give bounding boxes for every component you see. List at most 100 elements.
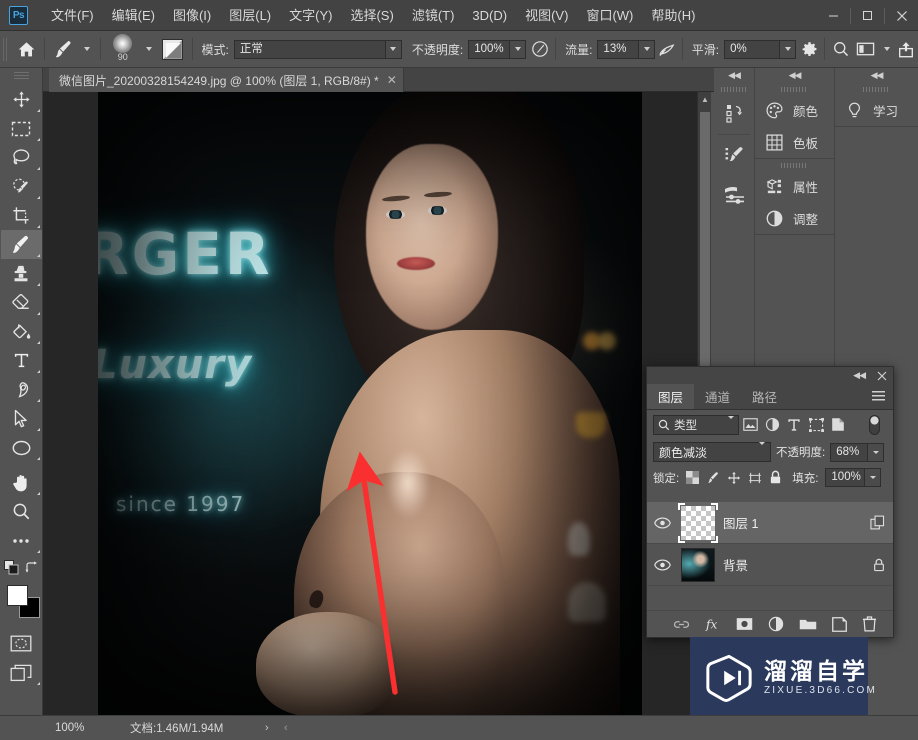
menu-layer[interactable]: 图层(L) bbox=[220, 0, 280, 31]
move-tool[interactable] bbox=[1, 85, 42, 114]
tab-layers[interactable]: 图层 bbox=[647, 384, 695, 409]
rectangular-marquee-tool[interactable] bbox=[1, 114, 42, 143]
filter-smart-objects-button[interactable] bbox=[827, 414, 849, 436]
chevron-down-icon[interactable] bbox=[728, 415, 734, 431]
default-colors-icon[interactable] bbox=[3, 559, 19, 575]
table-row[interactable]: 图层 1 bbox=[647, 502, 893, 544]
filter-kind-select[interactable]: 类型 bbox=[653, 414, 739, 435]
filter-adjustment-layers-button[interactable] bbox=[761, 414, 783, 436]
layer-name[interactable]: 图层 1 bbox=[723, 513, 758, 532]
document-tab[interactable]: 微信图片_20200328154249.jpg @ 100% (图层 1, RG… bbox=[49, 68, 404, 92]
panel-button-learn[interactable]: 学习 bbox=[835, 94, 918, 126]
minimize-button[interactable] bbox=[817, 0, 850, 31]
share-button[interactable] bbox=[895, 31, 918, 68]
menu-file[interactable]: 文件(F) bbox=[42, 0, 103, 31]
collapse-icon[interactable]: ◀◀ bbox=[853, 370, 866, 381]
layer-visibility-toggle[interactable] bbox=[651, 517, 673, 529]
panel-button-properties[interactable]: 属性 bbox=[755, 170, 834, 202]
canvas-area[interactable]: RGER Luxury since 1997 bbox=[43, 92, 697, 715]
status-next-icon[interactable]: › bbox=[265, 722, 269, 734]
tab-channels[interactable]: 通道 bbox=[694, 384, 741, 409]
brush-tool[interactable] bbox=[0, 230, 42, 259]
symmetry-button[interactable] bbox=[830, 31, 853, 68]
history-panel-button[interactable] bbox=[714, 94, 755, 132]
crop-tool[interactable] bbox=[1, 201, 42, 230]
pressure-opacity-toggle[interactable] bbox=[530, 31, 550, 68]
collapse-group-b-button[interactable]: ◀◀ bbox=[755, 68, 834, 83]
panel-toggle-button[interactable] bbox=[853, 31, 895, 68]
filter-enable-toggle[interactable] bbox=[863, 414, 885, 436]
smoothing-input[interactable]: 0% bbox=[724, 39, 797, 59]
lock-transparent-pixels-icon[interactable] bbox=[686, 471, 700, 484]
dock-grip[interactable] bbox=[781, 87, 808, 92]
layer-style-button[interactable]: fx bbox=[705, 617, 721, 632]
menu-edit[interactable]: 编辑(E) bbox=[103, 0, 164, 31]
link-layers-button[interactable] bbox=[673, 619, 690, 630]
chevron-down-icon[interactable] bbox=[510, 39, 527, 59]
panel-menu-icon[interactable] bbox=[872, 391, 885, 402]
brush-size-preview[interactable]: 90 bbox=[106, 31, 158, 68]
brush-settings-button[interactable] bbox=[158, 31, 187, 68]
lock-position-icon[interactable] bbox=[727, 471, 741, 485]
path-selection-tool[interactable] bbox=[1, 404, 42, 433]
pen-tool[interactable] bbox=[1, 375, 42, 404]
edit-toolbar-button[interactable] bbox=[1, 526, 42, 555]
panel-button-adjustments[interactable]: 调整 bbox=[755, 202, 834, 234]
filter-shape-layers-button[interactable] bbox=[805, 414, 827, 436]
zoom-tool[interactable] bbox=[1, 497, 42, 526]
layer-thumbnail[interactable] bbox=[681, 547, 715, 582]
foreground-color-swatch[interactable] bbox=[6, 585, 28, 606]
menu-image[interactable]: 图像(I) bbox=[164, 0, 220, 31]
smoothing-options-button[interactable] bbox=[799, 31, 819, 68]
chevron-down-icon[interactable] bbox=[639, 39, 656, 59]
quick-selection-tool[interactable] bbox=[1, 172, 42, 201]
eraser-tool[interactable] bbox=[1, 288, 42, 317]
chevron-down-icon[interactable] bbox=[780, 39, 797, 59]
new-group-button[interactable] bbox=[799, 617, 817, 631]
dock-grip[interactable] bbox=[781, 163, 808, 168]
tab-paths[interactable]: 路径 bbox=[741, 384, 788, 409]
chevron-down-icon[interactable] bbox=[759, 442, 765, 459]
screen-mode-button[interactable] bbox=[1, 658, 42, 687]
new-fill-adjustment-button[interactable] bbox=[768, 616, 784, 632]
swap-colors-icon[interactable] bbox=[25, 560, 39, 574]
layer-thumbnail[interactable] bbox=[678, 502, 718, 543]
maximize-button[interactable] bbox=[851, 0, 884, 31]
options-bar-grip[interactable] bbox=[3, 37, 10, 61]
hand-tool[interactable] bbox=[1, 468, 42, 497]
layer-name[interactable]: 背景 bbox=[723, 555, 748, 574]
menu-window[interactable]: 窗口(W) bbox=[577, 0, 642, 31]
lasso-tool[interactable] bbox=[1, 143, 42, 172]
mode-select[interactable]: 正常 bbox=[233, 39, 402, 59]
chevron-down-icon[interactable] bbox=[385, 39, 402, 59]
scroll-up-icon[interactable]: ▲ bbox=[698, 92, 712, 106]
airbrush-toggle[interactable] bbox=[655, 31, 677, 68]
chevron-down-icon[interactable] bbox=[868, 442, 885, 462]
status-document-info[interactable]: 文档:1.46M/1.94M bbox=[130, 720, 223, 736]
blend-mode-select[interactable]: 颜色减淡 bbox=[653, 442, 771, 462]
quick-mask-button[interactable] bbox=[1, 629, 42, 658]
clone-stamp-tool[interactable] bbox=[1, 259, 42, 288]
menu-3d[interactable]: 3D(D) bbox=[463, 0, 516, 31]
new-layer-button[interactable] bbox=[832, 616, 847, 632]
dock-grip[interactable] bbox=[863, 87, 890, 92]
status-prev-icon[interactable]: ‹ bbox=[284, 722, 288, 734]
brush-preset-picker[interactable] bbox=[50, 31, 95, 68]
home-button[interactable] bbox=[13, 31, 39, 68]
brush-presets-panel-button[interactable] bbox=[714, 137, 755, 175]
layer-visibility-toggle[interactable] bbox=[651, 559, 673, 571]
filter-pixel-layers-button[interactable] bbox=[739, 414, 761, 436]
opacity-input[interactable]: 100% bbox=[468, 39, 527, 59]
close-icon[interactable] bbox=[877, 371, 887, 381]
brush-settings-panel-button[interactable] bbox=[714, 175, 755, 213]
close-icon[interactable]: ✕ bbox=[387, 73, 397, 87]
document-image[interactable]: RGER Luxury since 1997 bbox=[98, 92, 642, 715]
dock-grip[interactable] bbox=[720, 87, 748, 92]
collapse-mini-dock-button[interactable]: ◀◀ bbox=[714, 68, 754, 83]
chevron-down-icon[interactable] bbox=[78, 47, 95, 51]
add-layer-mask-button[interactable] bbox=[736, 617, 753, 631]
panel-button-color[interactable]: 颜色 bbox=[755, 94, 834, 126]
layers-opacity-input[interactable]: 68% bbox=[830, 442, 885, 462]
gradient-tool[interactable] bbox=[1, 317, 42, 346]
filter-type-layers-button[interactable] bbox=[783, 414, 805, 436]
